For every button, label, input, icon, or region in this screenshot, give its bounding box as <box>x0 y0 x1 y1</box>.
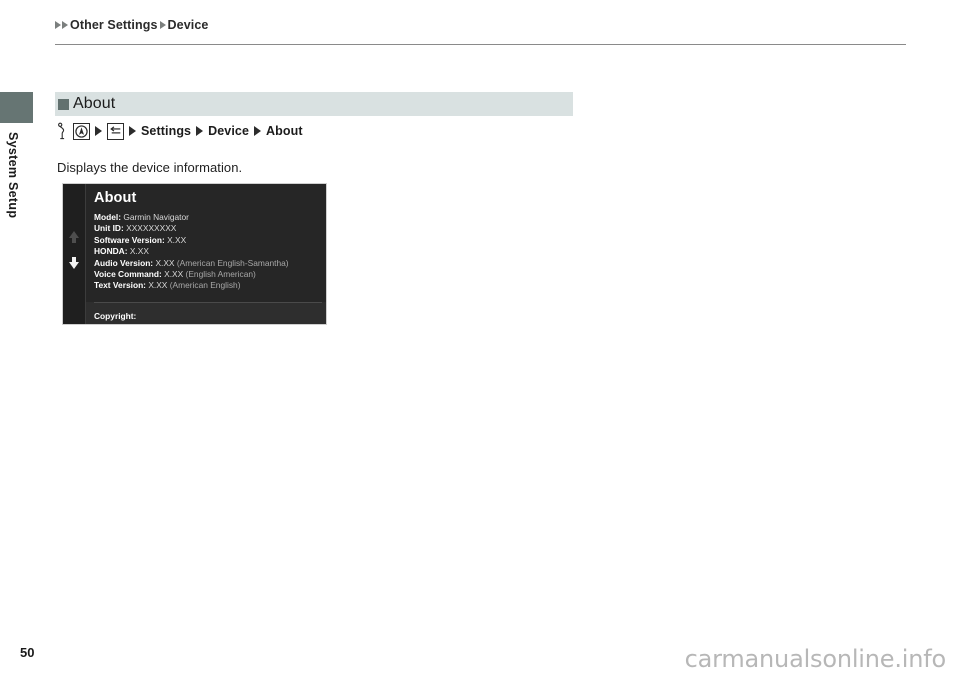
page-title: About <box>73 95 116 112</box>
info-value: Garmin Navigator <box>123 212 189 222</box>
breadcrumb-item-other-settings[interactable]: Other Settings <box>70 18 158 32</box>
scroll-down-arrow-icon[interactable] <box>69 257 79 269</box>
device-screen-title: About <box>94 190 137 206</box>
list-item: Model: Garmin Navigator <box>94 212 326 223</box>
info-label: Model: <box>94 212 121 222</box>
copyright-label: Copyright: <box>94 311 137 321</box>
info-label: Audio Version: <box>94 257 154 268</box>
breadcrumb-arrow-icon <box>55 21 61 29</box>
list-item: Software Version: X.XX <box>94 235 326 246</box>
list-item: Audio Version: X.XX (American English-Sa… <box>94 258 326 269</box>
info-value: X.XX <box>129 246 149 257</box>
navpath-arrow-icon <box>196 126 204 136</box>
hand-pointer-icon <box>57 122 68 140</box>
info-label: Software Version: <box>94 234 165 245</box>
back-button-icon[interactable] <box>107 122 124 140</box>
scroll-up-arrow-icon[interactable] <box>69 231 79 243</box>
navpath-step-settings[interactable]: Settings <box>141 124 191 138</box>
watermark: carmanualsonline.info <box>684 645 947 673</box>
info-note: (American English-Samantha) <box>176 257 289 268</box>
navpath-step-device[interactable]: Device <box>208 124 249 138</box>
navpath-arrow-icon <box>254 126 262 136</box>
info-label: Voice Command: <box>94 269 162 280</box>
navigation-home-icon[interactable] <box>73 122 90 140</box>
page-number: 50 <box>20 645 35 660</box>
sidebar-chapter-tab <box>0 92 33 123</box>
navigation-path: Settings Device About <box>57 121 303 141</box>
navpath-arrow-icon <box>129 126 136 136</box>
info-value: XXXXXXXXX <box>126 223 177 234</box>
info-value: X.XX <box>167 234 187 245</box>
info-note: (American English) <box>169 280 241 291</box>
sidebar-chapter-label: System Setup <box>6 132 20 219</box>
breadcrumb-arrow-icon <box>62 21 68 29</box>
device-copyright-section: Copyright: <box>86 302 326 324</box>
info-value: X.XX <box>148 280 168 291</box>
list-item: Voice Command: X.XX (English American) <box>94 269 326 280</box>
description-text: Displays the device information. <box>57 160 243 175</box>
list-item: Text Version: X.XX (American English) <box>94 280 326 291</box>
breadcrumb-item-device[interactable]: Device <box>168 18 209 32</box>
info-value: X.XX <box>164 269 184 280</box>
list-item: Unit ID: XXXXXXXXX <box>94 223 326 234</box>
square-bullet-icon <box>58 98 69 110</box>
list-item: HONDA: X.XX <box>94 246 326 257</box>
device-section-divider <box>94 302 322 303</box>
info-label: Text Version: <box>94 280 146 291</box>
device-screenshot: About Model: Garmin Navigator Unit ID: X… <box>62 183 327 325</box>
navpath-step-about[interactable]: About <box>266 124 303 138</box>
info-label: HONDA: <box>94 246 128 257</box>
device-scrollbar[interactable] <box>63 184 86 324</box>
section-header: About <box>55 92 573 116</box>
info-label: Unit ID: <box>94 223 124 234</box>
breadcrumb-arrow-icon <box>159 21 166 29</box>
header-divider <box>55 44 906 45</box>
device-info-list: Model: Garmin Navigator Unit ID: XXXXXXX… <box>94 212 326 292</box>
breadcrumb: Other Settings Device <box>55 18 210 32</box>
device-screen-content: About Model: Garmin Navigator Unit ID: X… <box>86 184 326 324</box>
info-value: X.XX <box>155 257 175 268</box>
info-note: (English American) <box>185 269 256 280</box>
navpath-arrow-icon <box>95 126 102 136</box>
